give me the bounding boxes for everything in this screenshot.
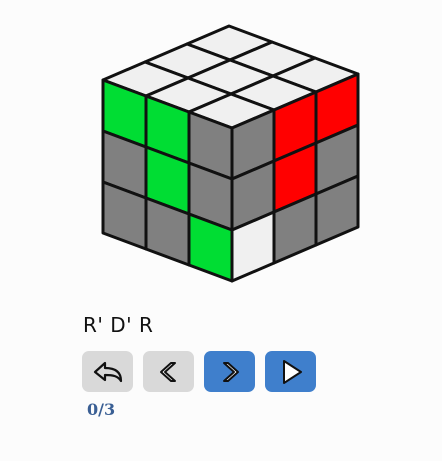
play-triangle-icon: [282, 359, 302, 384]
chevron-right-icon: [222, 361, 239, 382]
reset-button[interactable]: [82, 351, 133, 392]
next-move-button[interactable]: [204, 351, 255, 392]
playback-controls: [82, 351, 316, 392]
previous-move-button[interactable]: [143, 351, 194, 392]
play-button[interactable]: [265, 351, 316, 392]
chevron-left-icon: [159, 361, 176, 382]
undo-arrow-icon: [93, 361, 122, 382]
algorithm-text: R' D' R: [83, 313, 154, 337]
rubiks-cube: [101, 24, 360, 283]
move-counter: 0/3: [87, 400, 116, 419]
